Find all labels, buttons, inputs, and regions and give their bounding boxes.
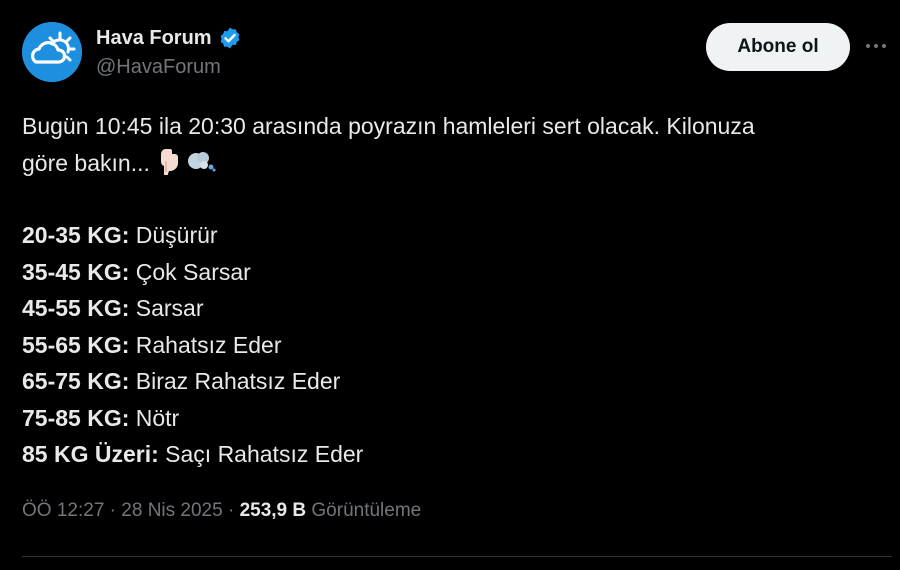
list-item: 65-75 KG: Biraz Rahatsız Eder xyxy=(22,363,882,400)
tweet-intro-line-1: Bugün 10:45 ila 20:30 arasında poyrazın … xyxy=(22,113,755,139)
emoji-group xyxy=(156,147,216,175)
author-block: Hava Forum @HavaForum xyxy=(96,26,242,79)
list-item-value: Sarsar xyxy=(135,295,204,321)
wind-face-emoji xyxy=(187,151,216,171)
list-item: 45-55 KG: Sarsar xyxy=(22,290,882,327)
handle[interactable]: @HavaForum xyxy=(96,56,242,79)
tweet: Hava Forum @HavaForum Abone ol Bugün 10:… xyxy=(0,0,900,570)
more-icon[interactable] xyxy=(862,36,890,56)
list-item-key: 20-35 KG: xyxy=(22,222,130,248)
views-count: 253,9 B xyxy=(239,500,307,521)
display-name[interactable]: Hava Forum xyxy=(96,27,212,50)
meta-separator: · xyxy=(227,500,235,521)
avatar[interactable] xyxy=(22,22,82,82)
list-item-key: 75-85 KG: xyxy=(22,404,130,431)
tweet-text: Bugün 10:45 ila 20:30 arasında poyrazın … xyxy=(22,108,882,473)
list-item-key: 85 KG Üzeri: xyxy=(22,441,159,467)
meta-separator: · xyxy=(109,500,116,521)
pointing-down-emoji xyxy=(160,148,178,175)
list-item: 85 KG Üzeri: Saçı Rahatsız Eder xyxy=(22,436,882,473)
tweet-intro-text: göre bakın... xyxy=(22,149,150,176)
divider xyxy=(22,556,892,557)
name-row: Hava Forum xyxy=(96,26,242,50)
list-item-value: Nötr xyxy=(135,404,180,431)
follow-button[interactable]: Abone ol xyxy=(706,23,850,71)
post-date[interactable]: 28 Nis 2025 xyxy=(121,500,222,521)
list-item-value: Biraz Rahatsız Eder xyxy=(135,368,341,394)
sun-cloud-logo-icon xyxy=(22,22,82,82)
list-item-value: Rahatsız Eder xyxy=(135,331,282,358)
tweet-meta: ÖÖ 12:27 · 28 Nis 2025 · 253,9 B Görüntü… xyxy=(22,500,421,522)
list-item-value: Saçı Rahatsız Eder xyxy=(165,441,364,467)
list-item: 75-85 KG: Nötr xyxy=(22,400,882,437)
list-item-value: Çok Sarsar xyxy=(135,258,251,285)
list-item: 20-35 KG: Düşürür xyxy=(22,217,882,254)
list-item-key: 65-75 KG: xyxy=(22,368,130,394)
tweet-intro-line-2: göre bakın... xyxy=(22,145,882,182)
list-item-value: Düşürür xyxy=(135,222,218,248)
verified-badge-icon[interactable] xyxy=(218,26,242,50)
post-time[interactable]: ÖÖ 12:27 xyxy=(22,500,104,521)
list-item: 35-45 KG: Çok Sarsar xyxy=(22,254,882,291)
list-item-key: 55-65 KG: xyxy=(22,331,130,358)
views-label: Görüntüleme xyxy=(311,500,422,521)
list-item-key: 45-55 KG: xyxy=(22,295,130,321)
list-item: 55-65 KG: Rahatsız Eder xyxy=(22,327,882,364)
list-item-key: 35-45 KG: xyxy=(22,258,130,285)
